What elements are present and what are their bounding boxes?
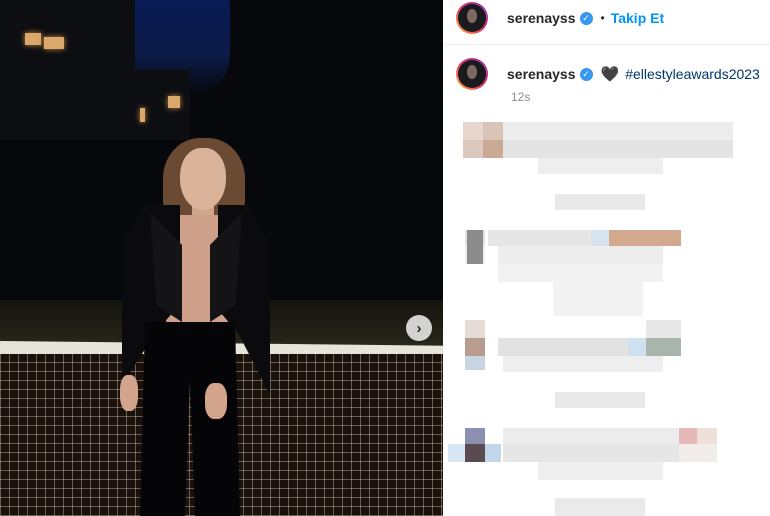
username-link[interactable]: serenayss	[507, 10, 576, 26]
person-hand-left	[120, 375, 138, 411]
building	[135, 70, 190, 140]
caption: serenayss ✓ 🖤 #ellestyleawards2023	[443, 56, 770, 92]
hashtag-link[interactable]: #ellestyleawards2023	[625, 66, 760, 82]
caption-username-link[interactable]: serenayss	[507, 66, 576, 82]
separator-dot: •	[600, 11, 605, 25]
lit-window	[25, 33, 41, 45]
avatar[interactable]	[456, 2, 488, 34]
chevron-right-icon: ›	[416, 319, 422, 337]
post-timestamp[interactable]: 12s	[511, 90, 530, 104]
verified-badge-icon: ✓	[579, 11, 593, 25]
post-header: serenayss ✓ • Takip Et	[443, 0, 770, 36]
header-divider	[443, 44, 770, 45]
post-photo[interactable]: ›	[0, 0, 443, 516]
lit-window	[44, 37, 64, 49]
caption-avatar[interactable]	[456, 58, 488, 90]
black-heart-icon: 🖤	[600, 66, 620, 83]
building	[0, 0, 135, 140]
lit-window	[168, 96, 180, 108]
post-sidebar: serenayss ✓ • Takip Et serenayss ✓ 🖤 #el…	[443, 0, 770, 516]
person-hand-right	[205, 383, 227, 419]
lit-window	[140, 108, 145, 122]
verified-badge-icon: ✓	[579, 67, 593, 81]
person-face	[180, 148, 226, 210]
follow-button[interactable]: Takip Et	[611, 10, 664, 26]
next-photo-button[interactable]: ›	[406, 315, 432, 341]
